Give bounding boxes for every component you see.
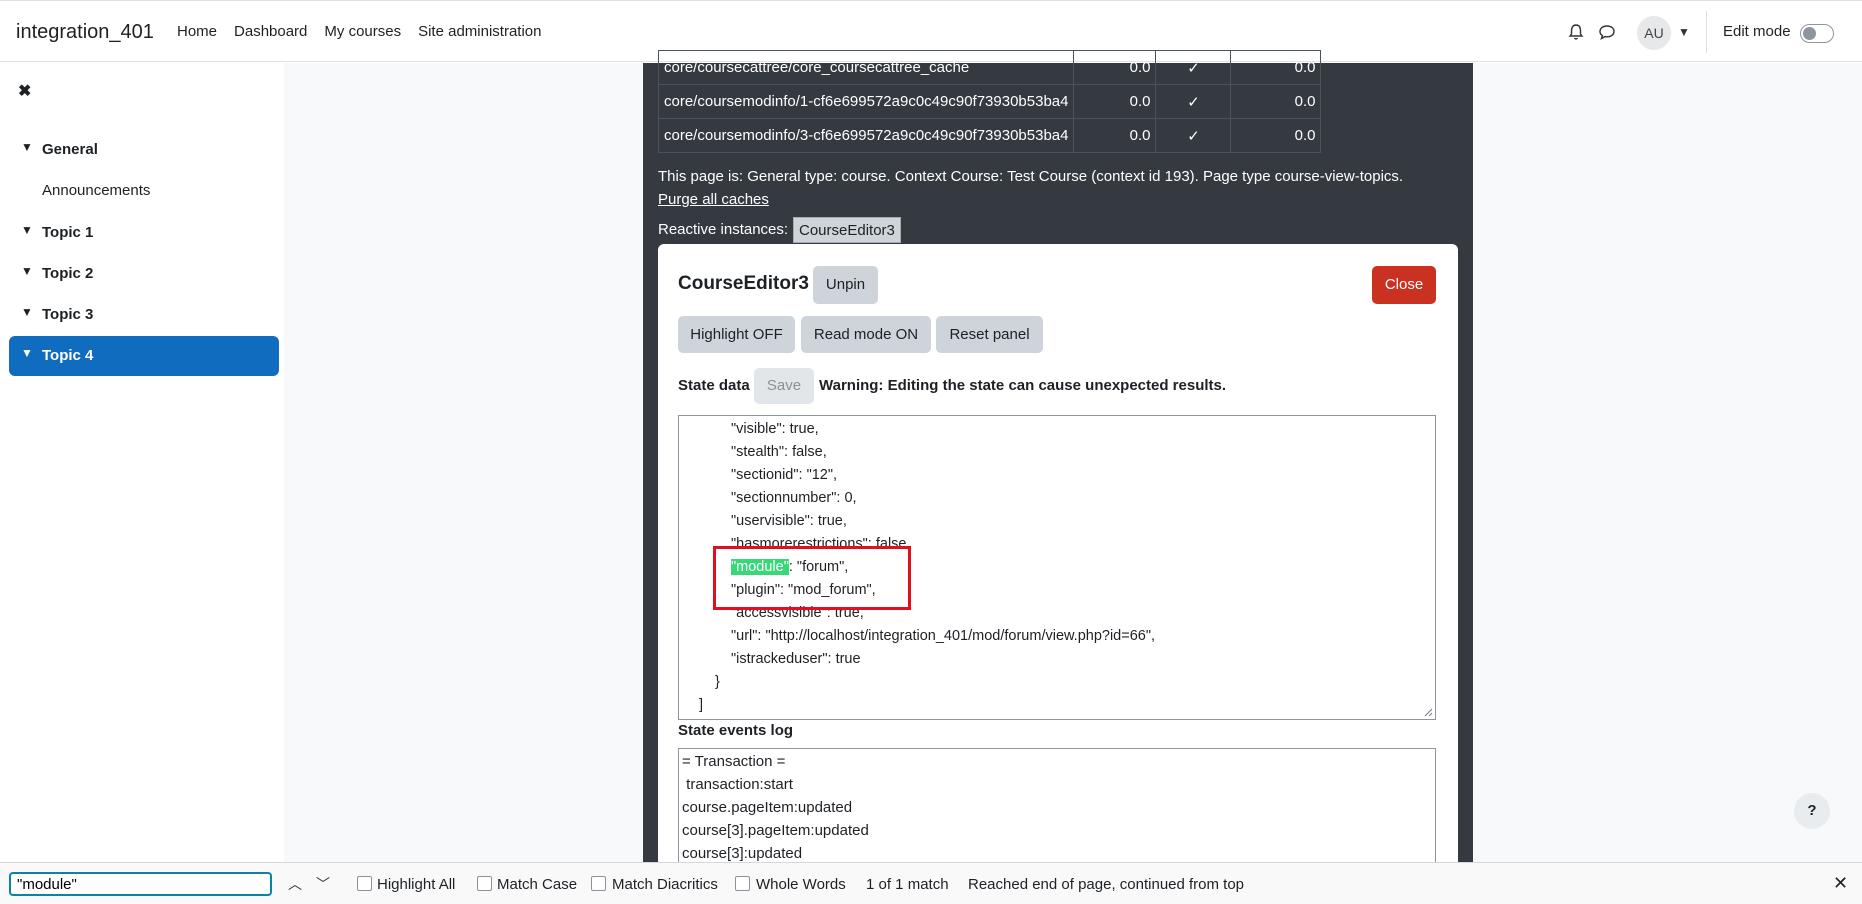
match-diacritics-checkbox[interactable] [591, 876, 606, 891]
event-line: = Transaction = [682, 753, 786, 770]
whole-words-checkbox[interactable] [735, 876, 750, 891]
match-count: 1 of 1 match [866, 876, 949, 893]
highlight-all-label[interactable]: Highlight All [377, 876, 455, 893]
toggle-knob [1803, 27, 1816, 40]
event-line: course.pageItem:updated [682, 799, 853, 816]
course-section-general[interactable]: ▼ General [9, 130, 279, 170]
match-diacritics-label[interactable]: Match Diacritics [612, 876, 718, 893]
panel-title: CourseEditor3 [678, 273, 809, 294]
edit-mode-label: Edit mode [1723, 23, 1791, 40]
cache-check-cell: ✓ [1155, 50, 1232, 85]
match-case-checkbox[interactable] [477, 876, 492, 891]
chevron-down-icon[interactable]: ▼ [21, 305, 33, 319]
messages-chat-icon[interactable] [1598, 23, 1616, 41]
chevron-down-icon[interactable]: ▼ [21, 140, 33, 154]
chevron-down-icon[interactable]: ▼ [21, 346, 33, 360]
state-line: "uservisible": true, [731, 513, 847, 529]
state-line: "stealth": false, [731, 444, 827, 460]
resize-handle-icon[interactable] [1423, 707, 1433, 717]
highlight-toggle-button[interactable]: Highlight OFF [678, 316, 795, 353]
state-line: "sectionnumber": 0, [731, 490, 857, 506]
cache-check-cell: ✓ [1155, 84, 1232, 119]
nav-dashboard[interactable]: Dashboard [234, 23, 307, 40]
course-section-label: Topic 2 [42, 265, 94, 282]
close-find-bar-icon[interactable]: ✕ [1833, 873, 1848, 894]
site-brand[interactable]: integration_401 [16, 21, 154, 44]
cache-stats-table: core/coursecattree/core_coursecattree_ca… [657, 50, 1322, 153]
event-line: course[3]:updated [682, 845, 803, 862]
annotation-highlight-box [713, 546, 911, 610]
find-input[interactable] [9, 872, 272, 896]
course-section-label: Topic 3 [42, 306, 94, 323]
cache-value-cell: 0.0 [1073, 50, 1157, 85]
cache-value-cell: 0.0 [1230, 50, 1322, 85]
cache-name-cell: core/coursemodinfo/3-cf6e699572a9c0c49c9… [657, 118, 1075, 153]
course-section-label: Topic 4 [42, 347, 94, 364]
state-warning: Warning: Editing the state can cause une… [819, 377, 1227, 394]
primary-nav: Home Dashboard My courses Site administr… [177, 23, 559, 40]
cache-value-cell: 0.0 [1073, 84, 1157, 119]
save-button[interactable]: Save [754, 368, 814, 404]
course-section-topic-1[interactable]: ▼ Topic 1 [9, 213, 279, 253]
table-row: core/coursemodinfo/1-cf6e699572a9c0c49c9… [657, 84, 1322, 119]
cache-name-cell: core/coursemodinfo/1-cf6e699572a9c0c49c9… [657, 84, 1075, 119]
unpin-button[interactable]: Unpin [813, 266, 878, 304]
nav-site-administration[interactable]: Site administration [418, 23, 541, 40]
page-info-text: This page is: General type: course. Cont… [658, 168, 1404, 185]
course-section-topic-2[interactable]: ▼ Topic 2 [9, 254, 279, 294]
state-line: } [715, 674, 720, 690]
chevron-down-icon[interactable]: ▼ [21, 223, 33, 237]
highlight-all-checkbox[interactable] [357, 876, 372, 891]
help-button[interactable]: ? [1794, 793, 1830, 829]
purge-caches-link[interactable]: Purge all caches [658, 191, 769, 208]
match-case-label[interactable]: Match Case [497, 876, 577, 893]
state-line: "istrackeduser": true [731, 651, 861, 667]
state-line: ] [699, 697, 704, 713]
state-line: "sectionid": "12", [731, 467, 838, 483]
close-button[interactable]: Close [1372, 266, 1436, 304]
table-row: core/coursemodinfo/3-cf6e699572a9c0c49c9… [657, 118, 1322, 153]
cache-value-cell: 0.0 [1073, 118, 1157, 153]
find-status: Reached end of page, continued from top [968, 876, 1245, 893]
state-line: "visible": true, [731, 421, 819, 437]
course-activity-announcements[interactable]: Announcements [42, 182, 150, 199]
edit-mode-toggle[interactable] [1800, 24, 1834, 43]
close-drawer-icon[interactable]: ✖ [18, 81, 31, 101]
cache-value-cell: 0.0 [1230, 118, 1322, 153]
course-section-label: Topic 1 [42, 224, 94, 241]
whole-words-label[interactable]: Whole Words [756, 876, 846, 893]
event-line: course[3].pageItem:updated [682, 822, 869, 839]
nav-home[interactable]: Home [177, 23, 217, 40]
event-line: transaction:start [682, 776, 793, 793]
navbar-divider [1706, 11, 1707, 53]
state-line: "url": "http://localhost/integration_401… [731, 628, 1156, 644]
cache-value-cell: 0.0 [1230, 84, 1322, 119]
course-section-label: General [42, 141, 98, 158]
reactive-instances-label: Reactive instances: [658, 221, 789, 238]
course-section-topic-4[interactable]: ▼ Topic 4 [9, 336, 279, 376]
state-data-label: State data [678, 377, 750, 394]
reset-panel-button[interactable]: Reset panel [936, 316, 1043, 353]
reactive-instance-button[interactable]: CourseEditor3 [793, 217, 901, 243]
state-events-log-label: State events log [678, 722, 794, 739]
user-menu-chevron-down-icon[interactable]: ▼ [1678, 25, 1690, 39]
cache-check-cell: ✓ [1155, 118, 1232, 153]
find-next-icon[interactable]: ﹀ [316, 874, 330, 894]
nav-my-courses[interactable]: My courses [324, 23, 401, 40]
read-mode-button[interactable]: Read mode ON [801, 316, 931, 353]
course-section-topic-3[interactable]: ▼ Topic 3 [9, 295, 279, 335]
user-avatar[interactable]: AU [1637, 16, 1671, 50]
find-in-page-bar: ︿ ﹀ Highlight All Match Case Match Diacr… [0, 862, 1862, 904]
find-previous-icon[interactable]: ︿ [288, 874, 302, 894]
course-index-drawer: ✖ ▼ General Announcements ▼ Topic 1 ▼ To… [0, 63, 284, 863]
table-row: core/coursecattree/core_coursecattree_ca… [657, 50, 1322, 85]
notifications-bell-icon[interactable] [1567, 23, 1585, 41]
cache-name-cell: core/coursecattree/core_coursecattree_ca… [657, 50, 1075, 85]
chevron-down-icon[interactable]: ▼ [21, 264, 33, 278]
